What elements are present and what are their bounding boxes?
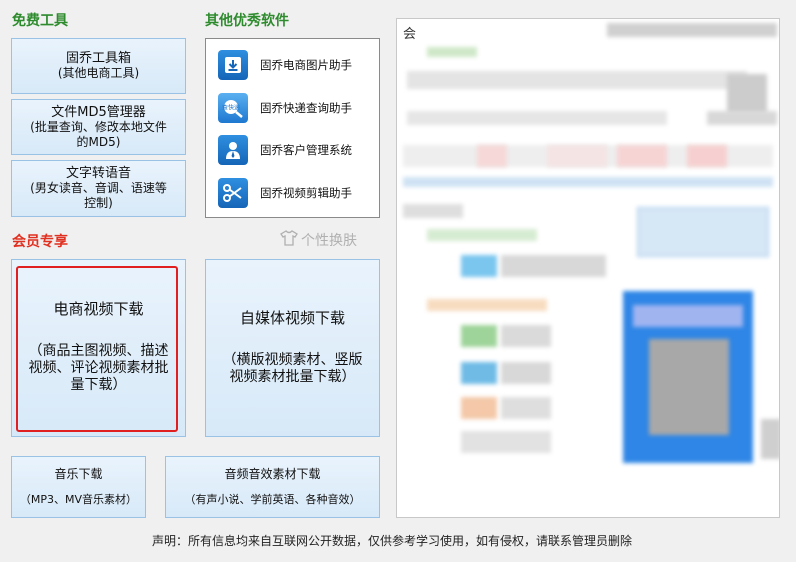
music-download-title: 音乐下载 bbox=[54, 467, 103, 481]
software-item-video-editor[interactable]: 固乔视频剪辑助手 bbox=[218, 177, 352, 209]
express-search-icon: 查快递 bbox=[218, 93, 248, 123]
member-title: 会员专享 bbox=[12, 234, 68, 250]
media-video-download-desc: （横版视频素材、竖版 视频素材批量下载） bbox=[222, 351, 363, 385]
disclaimer-text: 声明：所有信息均来自互联网公开数据，仅供参考学习使用，如有侵权，请联系管理员删除 bbox=[152, 534, 633, 548]
text-to-speech-button-title: 文字转语音 bbox=[65, 166, 131, 181]
md5-manager-button[interactable]: 文件MD5管理器 (批量查询、修改本地文件 的MD5) bbox=[11, 99, 186, 155]
text-to-speech-button[interactable]: 文字转语音 (男女读音、音调、语速等 控制) bbox=[11, 160, 186, 217]
svg-text:查快递: 查快递 bbox=[222, 104, 240, 112]
text-to-speech-button-desc: (男女读音、音调、语速等 控制) bbox=[30, 181, 167, 210]
highlight-box bbox=[16, 266, 178, 432]
software-item-label: 固乔快递查询助手 bbox=[260, 101, 352, 115]
music-download-desc: （MP3、MV音乐素材） bbox=[19, 493, 138, 506]
audio-effects-download-title: 音频音效素材下载 bbox=[224, 467, 321, 481]
software-item-label: 固乔客户管理系统 bbox=[260, 143, 352, 157]
skin-label: 个性换肤 bbox=[301, 233, 357, 249]
audio-effects-download-desc: （有声小说、学前英语、各种音效） bbox=[184, 493, 361, 506]
md5-manager-button-title: 文件MD5管理器 bbox=[51, 104, 146, 120]
other-software-panel: 固乔电商图片助手 查快递 固乔快递查询助手 固乔客户管理系统 固乔视频剪辑助手 bbox=[205, 38, 380, 218]
audio-effects-download-button[interactable]: 音频音效素材下载 （有声小说、学前英语、各种音效） bbox=[165, 456, 380, 518]
software-item-image-helper[interactable]: 固乔电商图片助手 bbox=[218, 49, 352, 81]
media-video-download-title: 自媒体视频下载 bbox=[239, 308, 345, 327]
customer-icon bbox=[218, 135, 248, 165]
software-item-express-helper[interactable]: 查快递 固乔快递查询助手 bbox=[218, 92, 352, 124]
toolbox-button-desc: (其他电商工具) bbox=[57, 66, 140, 80]
download-icon bbox=[218, 50, 248, 80]
software-item-label: 固乔视频剪辑助手 bbox=[260, 186, 352, 200]
other-software-title: 其他优秀软件 bbox=[205, 13, 289, 29]
md5-manager-button-desc: (批量查询、修改本地文件 的MD5) bbox=[30, 119, 167, 149]
toolbox-button-title: 固乔工具箱 bbox=[65, 51, 131, 66]
skin-button[interactable]: 个性换肤 bbox=[280, 230, 357, 250]
music-download-button[interactable]: 音乐下载 （MP3、MV音乐素材） bbox=[11, 456, 146, 518]
software-item-customer-system[interactable]: 固乔客户管理系统 bbox=[218, 134, 352, 166]
media-video-download-button[interactable]: 自媒体视频下载 （横版视频素材、竖版 视频素材批量下载） bbox=[205, 259, 380, 437]
free-tools-title: 免费工具 bbox=[12, 13, 68, 29]
toolbox-button[interactable]: 固乔工具箱 (其他电商工具) bbox=[11, 38, 186, 94]
shirt-icon bbox=[280, 230, 298, 250]
software-item-label: 固乔电商图片助手 bbox=[260, 58, 352, 72]
scissors-icon bbox=[218, 178, 248, 208]
preview-corner-text: 会 bbox=[403, 27, 417, 42]
preview-panel: 会 bbox=[396, 18, 780, 518]
